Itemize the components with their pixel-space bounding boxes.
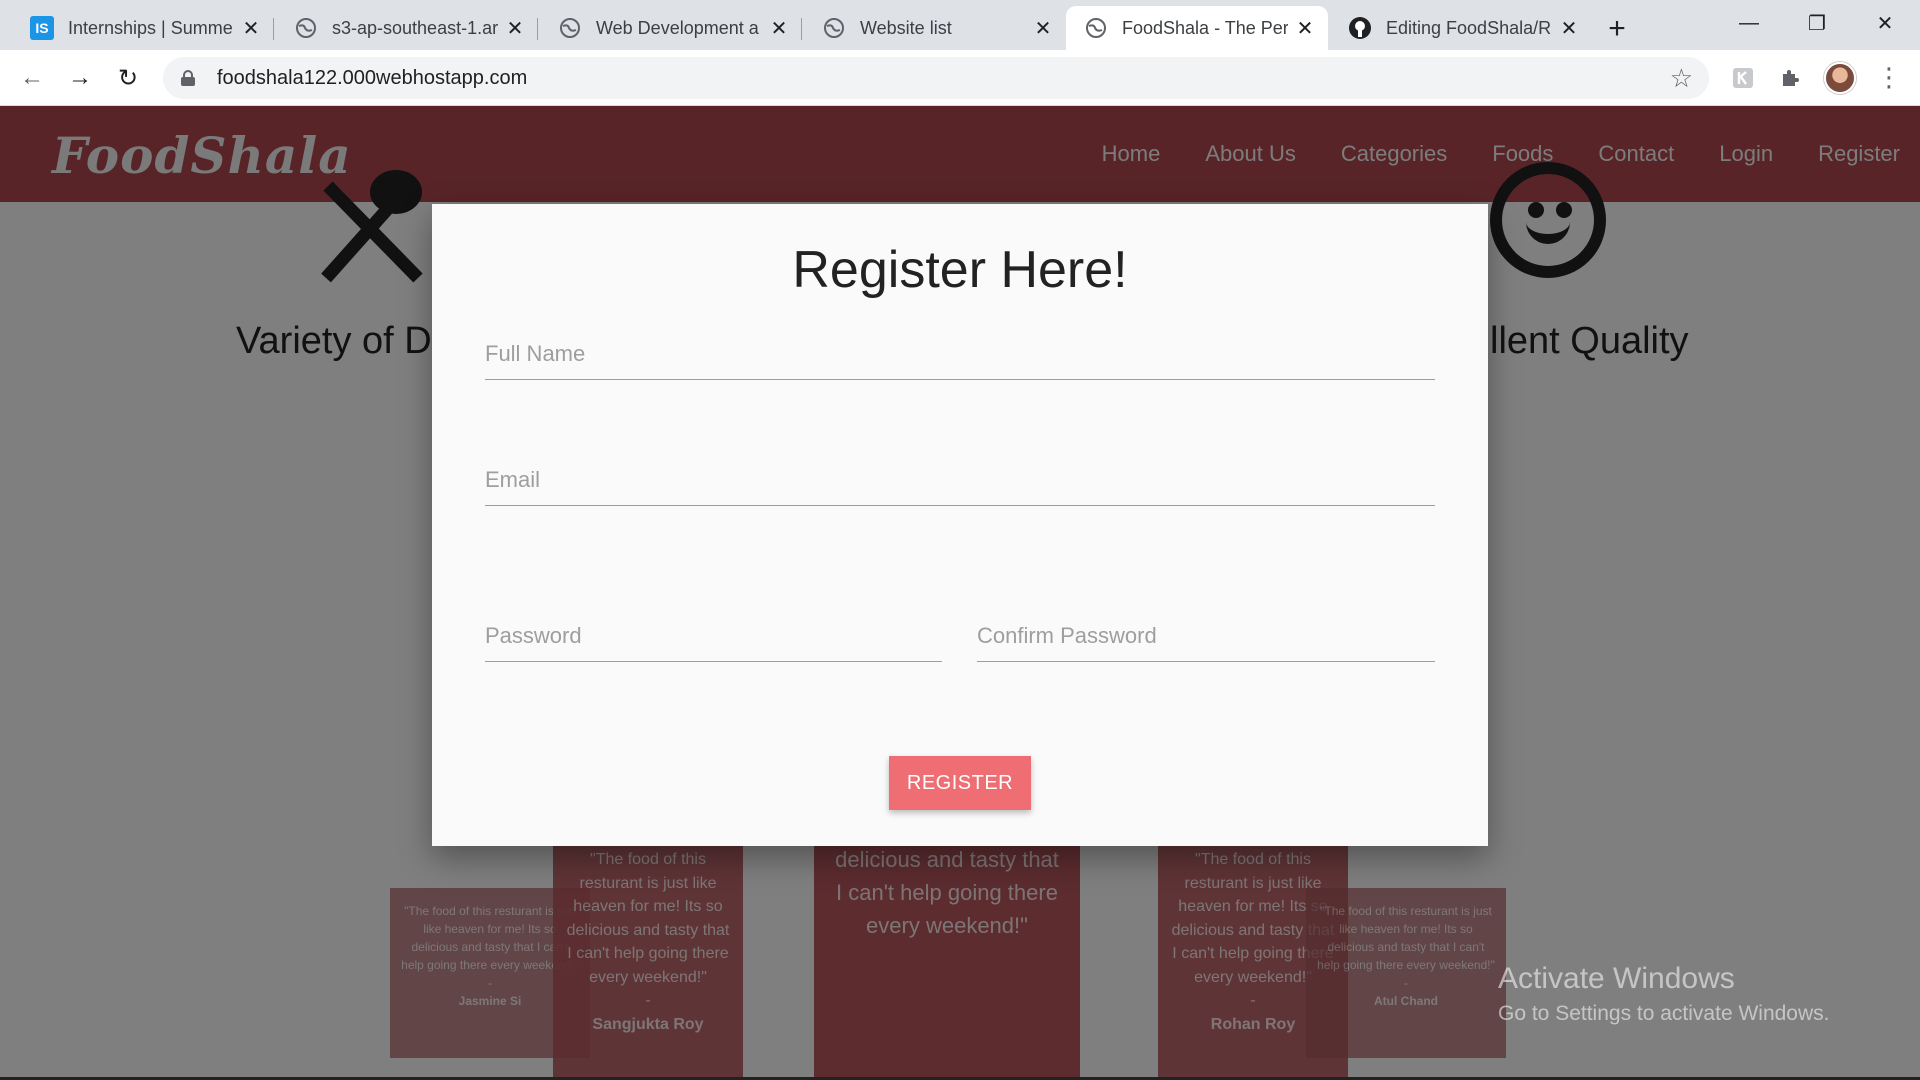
address-bar[interactable]: foodshala122.000webhostapp.com ☆ (163, 57, 1709, 99)
extension-k-icon[interactable] (1729, 64, 1757, 92)
close-icon[interactable]: ✕ (240, 17, 262, 40)
profile-avatar[interactable] (1824, 62, 1856, 94)
bookmark-star-icon[interactable]: ☆ (1670, 63, 1693, 94)
email-field[interactable] (485, 456, 1435, 506)
new-tab-button[interactable]: + (1596, 8, 1638, 50)
globe-icon (822, 16, 846, 40)
register-button[interactable]: REGISTER (889, 756, 1031, 810)
globe-icon (1084, 16, 1108, 40)
browser-menu-icon[interactable]: ⋮ (1876, 62, 1902, 92)
globe-icon (294, 16, 318, 40)
full-name-input[interactable] (485, 330, 1435, 378)
tab-title: FoodShala - The Perf (1122, 17, 1288, 38)
globe-icon (558, 16, 582, 40)
activate-title: Activate Windows (1498, 962, 1735, 995)
window-close-icon[interactable]: ✕ (1850, 0, 1920, 46)
register-modal: Register Here! REGISTER (432, 204, 1488, 846)
tab-s3[interactable]: s3-ap-southeast-1.ar ✕ (276, 6, 538, 50)
close-icon[interactable]: ✕ (504, 17, 526, 40)
extensions-puzzle-icon[interactable] (1777, 64, 1805, 92)
confirm-password-input[interactable] (977, 612, 1435, 660)
reload-icon[interactable]: ↻ (108, 58, 148, 98)
activate-windows-watermark: Activate Windows Go to Settings to activ… (1498, 962, 1830, 1026)
tab-internships[interactable]: IS Internships | Summer ✕ (12, 6, 274, 50)
restore-icon[interactable]: ❐ (1782, 0, 1852, 46)
modal-title: Register Here! (792, 241, 1128, 299)
tab-separator (537, 18, 538, 40)
close-icon[interactable]: ✕ (768, 17, 790, 40)
minimize-icon[interactable]: — (1714, 0, 1784, 46)
confirm-password-field[interactable] (977, 612, 1435, 662)
email-input[interactable] (485, 456, 1435, 504)
tab-separator (273, 18, 274, 40)
tab-separator (801, 18, 802, 40)
internshala-icon: IS (30, 16, 54, 40)
github-icon (1348, 16, 1372, 40)
full-name-field[interactable] (485, 330, 1435, 380)
page-viewport: FoodShala Home About Us Categories Foods… (0, 106, 1920, 1080)
url-text[interactable]: foodshala122.000webhostapp.com (217, 67, 527, 90)
close-icon[interactable]: ✕ (1558, 17, 1580, 40)
password-input[interactable] (485, 612, 942, 660)
tab-title: Web Development a (596, 17, 759, 38)
tab-title: Editing FoodShala/R (1386, 17, 1552, 38)
password-field[interactable] (485, 612, 942, 662)
browser-tab-strip: IS Internships | Summer ✕ s3-ap-southeas… (0, 0, 1920, 50)
back-arrow-icon[interactable]: ← (12, 58, 52, 98)
close-icon[interactable]: ✕ (1032, 17, 1054, 40)
activate-subtitle: Go to Settings to activate Windows. (1498, 1002, 1830, 1025)
forward-arrow-icon[interactable]: → (60, 58, 100, 98)
close-icon[interactable]: ✕ (1294, 17, 1316, 40)
tab-title: s3-ap-southeast-1.ar (332, 17, 498, 38)
browser-toolbar: ← → ↻ foodshala122.000webhostapp.com ☆ ⋮ (0, 50, 1920, 106)
tab-title: Website list (860, 17, 952, 38)
lock-icon[interactable] (181, 70, 195, 86)
tab-web-development[interactable]: Web Development a ✕ (540, 6, 802, 50)
tab-github-editing[interactable]: Editing FoodShala/R ✕ (1330, 6, 1592, 50)
tab-title: Internships | Summer (68, 17, 234, 38)
tab-foodshala[interactable]: FoodShala - The Perf ✕ (1066, 6, 1328, 50)
tab-website-list[interactable]: Website list ✕ (804, 6, 1066, 50)
